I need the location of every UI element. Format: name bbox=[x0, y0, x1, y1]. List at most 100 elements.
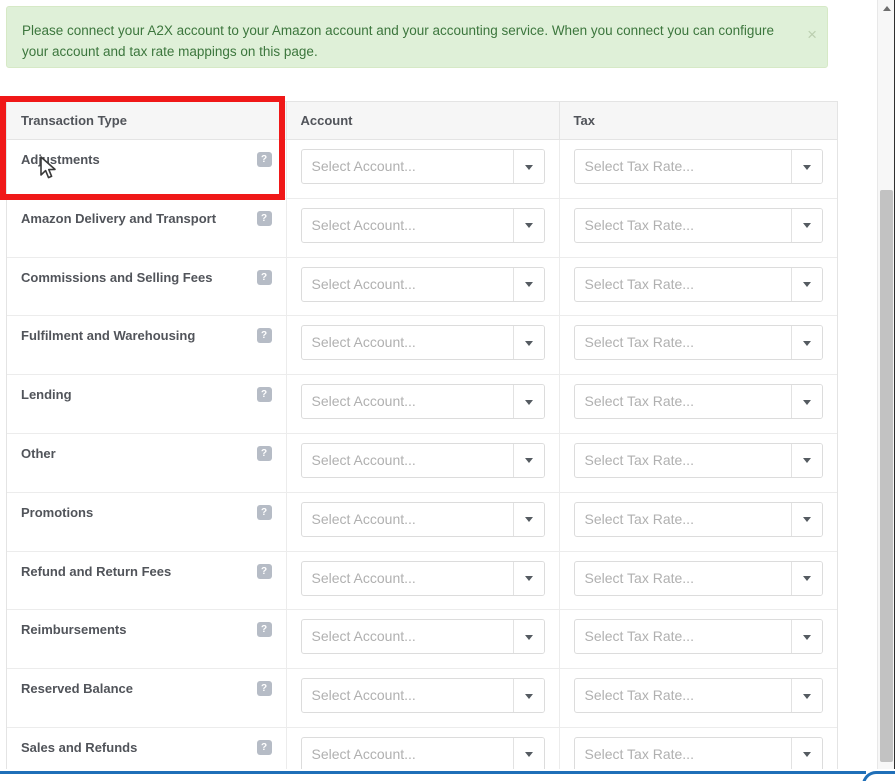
transaction-type-label: Lending bbox=[21, 387, 72, 403]
chevron-down-icon[interactable] bbox=[512, 150, 544, 183]
help-icon[interactable]: ? bbox=[256, 269, 272, 285]
help-icon[interactable]: ? bbox=[256, 152, 272, 167]
account-select[interactable]: Select Account... bbox=[300, 149, 545, 184]
tax-rate-select-value: Select Tax Rate... bbox=[584, 451, 694, 468]
table-row: Amazon Delivery and Transport? Select Acc… bbox=[7, 198, 837, 258]
scrollbar-thumb[interactable] bbox=[880, 190, 893, 762]
account-select[interactable]: Select Account... bbox=[300, 619, 545, 655]
tax-rate-select-value: Select Tax Rate... bbox=[584, 216, 694, 233]
tax-rate-select-value: Select Tax Rate... bbox=[584, 687, 694, 704]
chevron-down-icon[interactable] bbox=[512, 561, 544, 595]
window-bottom-accent bbox=[0, 769, 895, 781]
help-icon[interactable]: ? bbox=[256, 445, 272, 461]
page-scrollbar[interactable] bbox=[877, 0, 895, 775]
account-select[interactable]: Select Account... bbox=[300, 678, 545, 714]
help-icon[interactable]: ? bbox=[256, 681, 272, 697]
transaction-type-label: Promotions bbox=[21, 504, 94, 520]
chevron-down-icon[interactable] bbox=[512, 679, 544, 713]
transaction-type-label: Sales and Refunds bbox=[21, 739, 138, 755]
tax-rate-select[interactable]: Select Tax Rate... bbox=[573, 266, 823, 302]
transaction-type-row: Adjustments? bbox=[21, 140, 272, 168]
tax-rate-select-value: Select Tax Rate... bbox=[584, 628, 694, 645]
chevron-down-icon[interactable] bbox=[512, 267, 544, 301]
help-icon[interactable]: ? bbox=[256, 387, 272, 403]
table-row: Lending? Select Account... Select Tax Rate… bbox=[7, 374, 837, 434]
scroll-up-arrow-icon[interactable] bbox=[878, 0, 895, 17]
close-icon[interactable]: × bbox=[807, 26, 817, 43]
transaction-type-label: Reimbursements bbox=[21, 622, 127, 638]
tax-rate-select[interactable]: Select Tax Rate... bbox=[573, 384, 823, 420]
help-icon[interactable]: ? bbox=[256, 622, 272, 638]
tax-rate-select[interactable]: Select Tax Rate... bbox=[573, 560, 823, 596]
help-icon[interactable]: ? bbox=[256, 563, 272, 579]
cell-account: Select Account... bbox=[286, 139, 560, 199]
tax-rate-select[interactable]: Select Tax Rate... bbox=[573, 619, 823, 655]
account-select-value: Select Account... bbox=[311, 745, 416, 762]
chevron-down-icon[interactable] bbox=[791, 561, 822, 595]
cell-tax: Select Tax Rate... bbox=[559, 433, 837, 493]
chevron-down-icon[interactable] bbox=[512, 443, 544, 477]
tax-rate-select-value: Select Tax Rate... bbox=[584, 393, 694, 410]
transaction-type-row: Sales and Refunds? bbox=[21, 728, 272, 756]
tax-rate-select[interactable]: Select Tax Rate... bbox=[573, 501, 823, 537]
cell-tax: Select Tax Rate... bbox=[559, 315, 837, 376]
chevron-down-icon[interactable] bbox=[791, 737, 822, 771]
chevron-down-icon[interactable] bbox=[791, 679, 822, 713]
account-select[interactable]: Select Account... bbox=[300, 207, 545, 243]
account-mapping-table: Transaction Type Account Tax Adjustments… bbox=[7, 102, 837, 781]
chevron-down-icon[interactable] bbox=[791, 620, 822, 654]
chevron-down-icon[interactable] bbox=[791, 150, 822, 183]
alert-message: Please connect your A2X account to your … bbox=[22, 23, 774, 59]
chevron-down-icon[interactable] bbox=[791, 208, 822, 242]
table-header-row: Transaction Type Account Tax bbox=[7, 102, 837, 140]
cell-transaction-type: Amazon Delivery and Transport? bbox=[7, 198, 287, 258]
account-select[interactable]: Select Account... bbox=[300, 266, 545, 302]
column-header-tax: Tax bbox=[559, 102, 837, 140]
chevron-down-icon[interactable] bbox=[512, 737, 544, 771]
cell-transaction-type: Other? bbox=[7, 433, 287, 493]
table-row: Adjustments? Select Account... Select Tax … bbox=[7, 139, 837, 199]
cell-transaction-type: Lending? bbox=[7, 374, 287, 434]
chevron-down-icon[interactable] bbox=[791, 502, 822, 536]
transaction-type-row: Lending? bbox=[21, 375, 272, 403]
column-header-account: Account bbox=[286, 102, 560, 140]
chevron-down-icon[interactable] bbox=[512, 208, 544, 242]
transaction-type-row: Commissions and Selling Fees? bbox=[21, 258, 272, 286]
account-select[interactable]: Select Account... bbox=[300, 501, 545, 537]
chevron-down-icon[interactable] bbox=[512, 502, 544, 536]
transaction-type-label: Other bbox=[21, 445, 56, 461]
help-icon[interactable]: ? bbox=[256, 210, 272, 226]
account-select[interactable]: Select Account... bbox=[300, 384, 545, 420]
tax-rate-select[interactable]: Select Tax Rate... bbox=[573, 442, 823, 478]
chevron-down-icon[interactable] bbox=[512, 385, 544, 419]
tax-rate-select[interactable]: Select Tax Rate... bbox=[573, 678, 823, 714]
account-select-value: Select Account... bbox=[311, 569, 416, 586]
chevron-down-icon[interactable] bbox=[791, 443, 822, 477]
help-icon[interactable]: ? bbox=[256, 328, 272, 344]
chevron-down-icon[interactable] bbox=[512, 326, 544, 360]
account-select[interactable]: Select Account... bbox=[300, 442, 545, 478]
cell-transaction-type: Refund and Return Fees? bbox=[7, 551, 287, 611]
chevron-down-icon[interactable] bbox=[791, 385, 822, 419]
chevron-down-icon[interactable] bbox=[791, 267, 822, 301]
help-icon[interactable]: ? bbox=[256, 504, 272, 520]
chevron-down-icon[interactable] bbox=[512, 620, 544, 654]
help-icon[interactable]: ? bbox=[256, 739, 272, 755]
account-select[interactable]: Select Account... bbox=[300, 736, 545, 772]
account-select-value: Select Account... bbox=[311, 393, 416, 410]
tax-rate-select[interactable]: Select Tax Rate... bbox=[573, 207, 823, 243]
cell-account: Select Account... bbox=[286, 315, 560, 376]
tax-rate-select[interactable]: Select Tax Rate... bbox=[573, 736, 823, 772]
tax-rate-select[interactable]: Select Tax Rate... bbox=[573, 325, 823, 361]
cell-tax: Select Tax Rate... bbox=[559, 139, 837, 199]
account-select-value: Select Account... bbox=[311, 334, 416, 351]
transaction-type-label: Reserved Balance bbox=[21, 681, 134, 697]
account-select[interactable]: Select Account... bbox=[300, 325, 545, 361]
chevron-down-icon[interactable] bbox=[791, 326, 822, 360]
cell-tax: Select Tax Rate... bbox=[559, 492, 837, 552]
account-select[interactable]: Select Account... bbox=[300, 560, 545, 596]
table-row: Reserved Balance? Select Account... Select… bbox=[7, 668, 837, 728]
tax-rate-select[interactable]: Select Tax Rate... bbox=[573, 149, 823, 184]
transaction-type-label: Refund and Return Fees bbox=[21, 563, 172, 579]
transaction-type-label: Commissions and Selling Fees bbox=[21, 269, 213, 285]
